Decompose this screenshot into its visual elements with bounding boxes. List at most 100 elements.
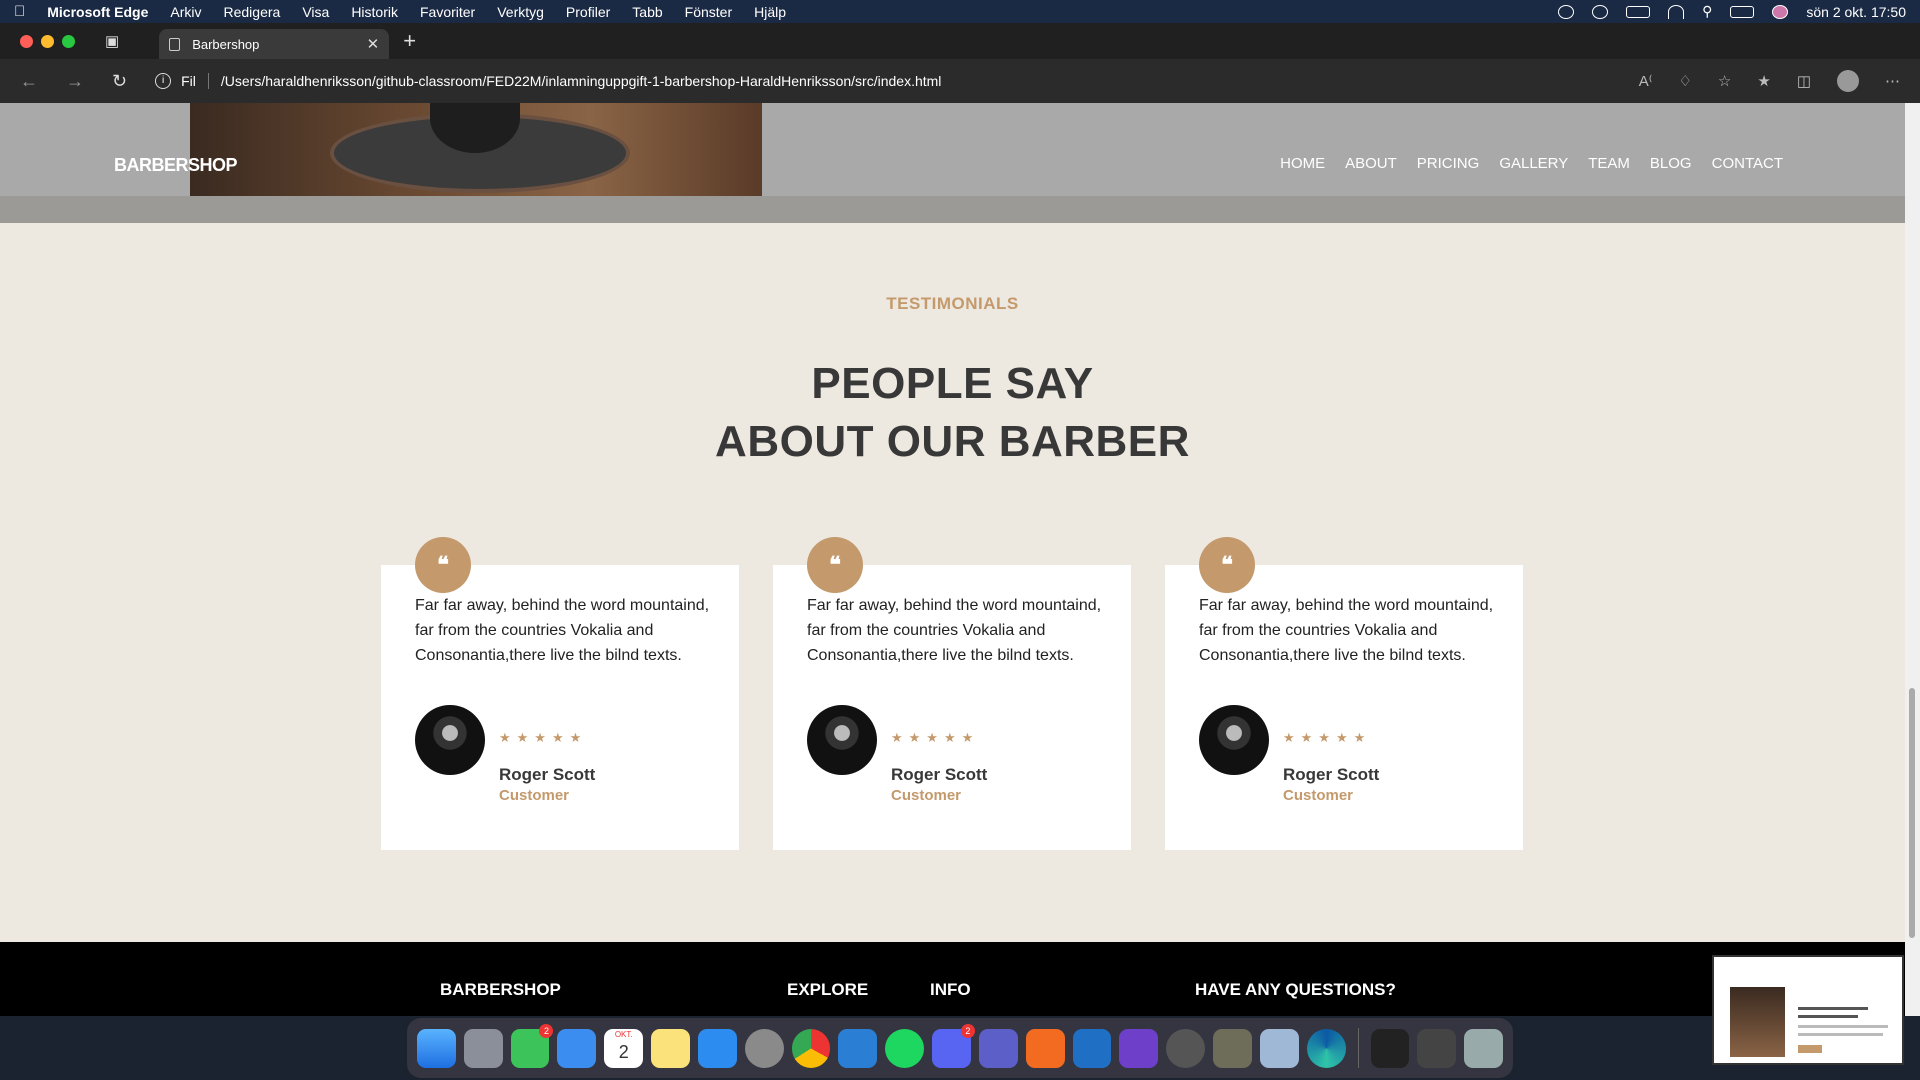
nav-blog[interactable]: BLOG <box>1650 155 1692 172</box>
nav-about[interactable]: ABOUT <box>1345 155 1397 172</box>
collections-icon[interactable]: ◫ <box>1797 72 1811 90</box>
spotlight-icon[interactable]: ⚲ <box>1702 3 1712 20</box>
quote-icon: ❝ <box>415 537 471 593</box>
footer-questions: HAVE ANY QUESTIONS? <box>1195 980 1396 999</box>
translate-icon[interactable]: ♢ <box>1678 72 1691 90</box>
info-icon[interactable]: i <box>155 73 172 89</box>
tab-actions-icon[interactable]: ▣ <box>105 32 119 50</box>
spotify-icon[interactable] <box>885 1028 925 1068</box>
nav-team[interactable]: TEAM <box>1588 155 1630 172</box>
chrome-icon[interactable] <box>791 1028 831 1068</box>
apple-icon[interactable]:  <box>14 3 25 20</box>
profile-icon[interactable] <box>1837 70 1859 92</box>
quote-icon: ❝ <box>807 537 863 593</box>
zoom-window-button[interactable] <box>62 34 75 48</box>
its-icon[interactable] <box>1025 1028 1065 1068</box>
menu-item-verktyg[interactable]: Verktyg <box>497 4 544 20</box>
menu-item-fonster[interactable]: Fönster <box>685 4 732 20</box>
system-settings-icon[interactable] <box>744 1028 784 1068</box>
tab-strip: ▣ Barbershop ✕ + <box>0 23 1920 59</box>
page-scrollbar[interactable] <box>1905 103 1920 1016</box>
favorites-icon[interactable]: ★ <box>1757 72 1770 90</box>
new-tab-icon[interactable]: + <box>403 28 416 54</box>
focus-icon[interactable] <box>1558 4 1575 19</box>
footer-brand: BARBERSHOP <box>440 980 561 999</box>
battery-icon[interactable] <box>1626 5 1651 18</box>
scrollbar-thumb[interactable] <box>1909 688 1915 938</box>
nav-pricing[interactable]: PRICING <box>1417 155 1480 172</box>
read-aloud-icon[interactable]: A⁽ <box>1639 72 1653 90</box>
github-desktop-icon[interactable] <box>1119 1028 1159 1068</box>
nav-gallery[interactable]: GALLERY <box>1499 155 1568 172</box>
app-store-icon[interactable] <box>697 1028 737 1068</box>
notes-icon[interactable] <box>651 1028 690 1068</box>
customer-name: Roger Scott <box>499 765 596 784</box>
thumbnail-image <box>1730 987 1785 1057</box>
minimize-window-button[interactable] <box>41 34 54 48</box>
back-icon[interactable]: ← <box>20 71 38 92</box>
messages-badge: 2 <box>539 1023 554 1038</box>
discord-icon[interactable]: 2 <box>932 1023 975 1068</box>
more-icon[interactable]: ⋯ <box>1885 72 1900 90</box>
control-center-icon[interactable] <box>1730 5 1755 18</box>
testimonial-text: Far far away, behind the word mountaind,… <box>415 597 710 664</box>
testimonial-card: ❝ Far far away, behind the word mountain… <box>773 537 1131 850</box>
add-favorite-icon[interactable]: ☆ <box>1718 72 1731 90</box>
preview-icon[interactable] <box>1259 1028 1299 1068</box>
menu-item-redigera[interactable]: Redigera <box>224 4 281 20</box>
menu-item-arkiv[interactable]: Arkiv <box>170 4 201 20</box>
address-url[interactable]: /Users/haraldhenriksson/github-classroom… <box>221 73 942 89</box>
calendar-icon[interactable]: OKT. 2 <box>604 1028 644 1068</box>
menu-item-tabb[interactable]: Tabb <box>632 4 662 20</box>
wifi-icon[interactable] <box>1668 4 1685 19</box>
testimonial-text: Far far away, behind the word mountaind,… <box>807 597 1102 664</box>
nav-home[interactable]: HOME <box>1280 155 1325 172</box>
edge-icon[interactable] <box>1306 1028 1346 1068</box>
launchpad-icon[interactable] <box>463 1028 503 1068</box>
messages-icon[interactable]: 2 <box>510 1023 554 1068</box>
heading-line-1: PEOPLE SAY <box>811 359 1094 408</box>
screenshot-thumbnail[interactable] <box>1712 955 1904 1065</box>
testimonial-card: ❝ Far far away, behind the word mountain… <box>381 537 739 850</box>
siri-icon[interactable] <box>1772 4 1789 19</box>
menu-item-visa[interactable]: Visa <box>302 4 329 20</box>
close-tab-icon[interactable]: ✕ <box>367 35 380 53</box>
forward-icon[interactable]: → <box>66 71 84 92</box>
nav-contact[interactable]: CONTACT <box>1712 155 1783 172</box>
site-logo[interactable]: BARBERSHOP <box>114 155 238 176</box>
menu-item-hjalp[interactable]: Hjälp <box>754 4 786 20</box>
teams-icon[interactable] <box>978 1028 1018 1068</box>
calendar-month: OKT. <box>614 1029 633 1039</box>
customer-name: Roger Scott <box>891 765 988 784</box>
play-icon[interactable] <box>1592 4 1609 19</box>
finder-icon[interactable] <box>417 1028 456 1068</box>
address-bar[interactable]: i Fil /Users/haraldhenriksson/github-cla… <box>155 73 941 89</box>
trash-icon[interactable] <box>1464 1028 1504 1068</box>
activity-monitor-icon[interactable] <box>1370 1028 1410 1068</box>
elephant-app-icon[interactable] <box>1166 1028 1206 1068</box>
thumbnail-button <box>1798 1045 1822 1053</box>
menu-datetime[interactable]: sön 2 okt. 17:50 <box>1806 4 1906 20</box>
section-eyebrow: TESTIMONIALS <box>886 294 1019 313</box>
reload-icon[interactable]: ↻ <box>112 71 127 92</box>
browser-toolbar: ← → ↻ i Fil /Users/haraldhenriksson/gith… <box>0 59 1920 103</box>
thumbnail-line <box>1798 1033 1883 1036</box>
tab-title: Barbershop <box>192 36 260 52</box>
close-window-button[interactable] <box>20 34 33 48</box>
menu-app-name[interactable]: Microsoft Edge <box>47 4 148 20</box>
outlook-icon[interactable] <box>1072 1028 1112 1068</box>
mail-icon[interactable] <box>557 1028 597 1068</box>
avatar <box>807 705 877 775</box>
minimized-window-icon[interactable] <box>1417 1028 1457 1068</box>
quote-icon: ❝ <box>1199 537 1255 593</box>
gimp-icon[interactable] <box>1213 1028 1252 1068</box>
avatar <box>1199 705 1269 775</box>
tab-barbershop[interactable]: Barbershop ✕ <box>159 29 390 59</box>
testimonial-card: ❝ Far far away, behind the word mountain… <box>1165 537 1523 850</box>
menu-item-historik[interactable]: Historik <box>351 4 398 20</box>
browser-chrome: ▣ Barbershop ✕ + ← → ↻ i Fil /Users/hara… <box>0 23 1920 103</box>
vscode-icon[interactable] <box>838 1028 878 1068</box>
thumbnail-line <box>1798 1007 1868 1010</box>
menu-item-profiler[interactable]: Profiler <box>566 4 610 20</box>
menu-item-favoriter[interactable]: Favoriter <box>420 4 475 20</box>
